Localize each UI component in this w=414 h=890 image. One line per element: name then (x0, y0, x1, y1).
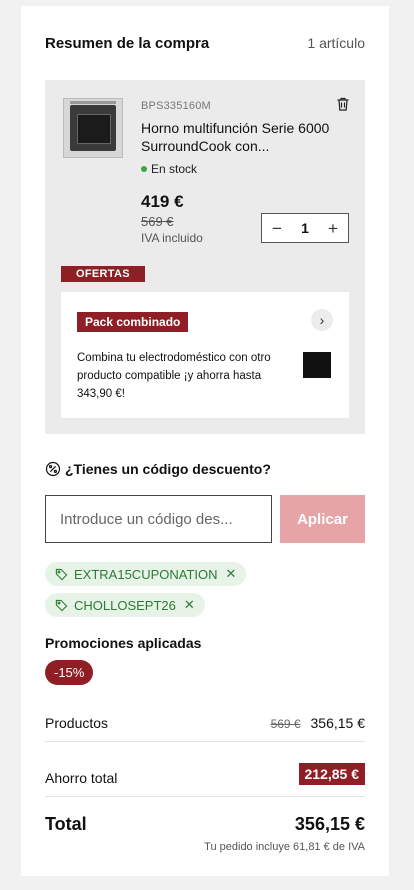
coupon-code: CHOLLOSEPT26 (74, 597, 176, 613)
offers-badge: OFERTAS (61, 266, 145, 282)
quantity-value: 1 (301, 220, 309, 236)
remove-coupon-icon[interactable]: ✕ (226, 566, 237, 582)
discount-code-input[interactable] (45, 495, 272, 543)
increase-quantity-button[interactable]: + (326, 220, 340, 237)
combo-pack-box[interactable]: Pack combinado › Combina tu electrodomés… (61, 292, 349, 418)
order-summary-card: Resumen de la compra 1 artículo BPS33516… (21, 6, 389, 876)
product-old-price: 569 € (141, 214, 174, 229)
products-label: Productos (45, 715, 109, 731)
products-amount: 569 € 356,15 € (271, 715, 365, 731)
tax-included-note: Tu pedido incluye 61,81 € de IVA (204, 841, 365, 853)
remove-coupon-icon[interactable]: ✕ (184, 597, 195, 613)
coupon-code: EXTRA15CUPONATION (74, 566, 218, 582)
decrease-quantity-button[interactable]: − (270, 220, 284, 237)
oven-control-panel (70, 101, 116, 104)
coupon-chip: CHOLLOSEPT26 ✕ (45, 593, 205, 617)
total-row: Total 356,15 € (45, 814, 365, 835)
promotion-badge: -15% (45, 660, 94, 685)
total-label: Total (45, 814, 87, 834)
divider (45, 796, 365, 797)
item-count: 1 artículo (307, 35, 365, 51)
stock-dot-icon (141, 166, 147, 172)
stock-status: En stock (141, 162, 197, 176)
tax-note: IVA incluido (141, 231, 203, 245)
products-old-value: 569 € (270, 717, 301, 731)
divider (45, 741, 365, 742)
savings-value: 212,85 € (298, 763, 365, 785)
discount-title: ¿Tienes un código descuento? (45, 461, 271, 477)
combo-pack-text: Combina tu electrodoméstico con otro pro… (77, 352, 271, 400)
coupon-chip: EXTRA15CUPONATION ✕ (45, 562, 247, 586)
product-price: 419 € (141, 192, 184, 211)
discount-title-text: ¿Tienes un código descuento? (65, 461, 271, 477)
trash-icon[interactable] (335, 96, 351, 112)
percent-icon (45, 461, 61, 477)
products-row: Productos 569 € 356,15 € (45, 715, 365, 731)
combo-product-image (303, 352, 331, 378)
oven-door (70, 105, 116, 151)
tag-icon (55, 568, 68, 580)
promotions-title: Promociones aplicadas (45, 635, 202, 651)
summary-title: Resumen de la compra (45, 35, 210, 52)
savings-amount: 212,85 € (298, 763, 365, 785)
product-sku: BPS335160M (141, 100, 211, 112)
tag-icon (55, 599, 68, 611)
quantity-stepper: − 1 + (261, 213, 349, 243)
combo-pack-badge: Pack combinado (77, 312, 189, 332)
product-image[interactable] (63, 98, 123, 158)
savings-label: Ahorro total (45, 770, 118, 786)
stock-label: En stock (151, 162, 198, 176)
savings-row: Ahorro total 212,85 € (45, 763, 365, 786)
total-value: 356,15 € (294, 814, 365, 834)
products-value: 356,15 € (310, 715, 366, 731)
cart-item: BPS335160M Horno multifunción Serie 6000… (45, 80, 365, 434)
product-name[interactable]: Horno multifunción Serie 6000 SurroundCo… (141, 119, 341, 155)
apply-discount-button[interactable]: Aplicar (280, 495, 365, 543)
chevron-right-icon[interactable]: › (311, 309, 333, 331)
